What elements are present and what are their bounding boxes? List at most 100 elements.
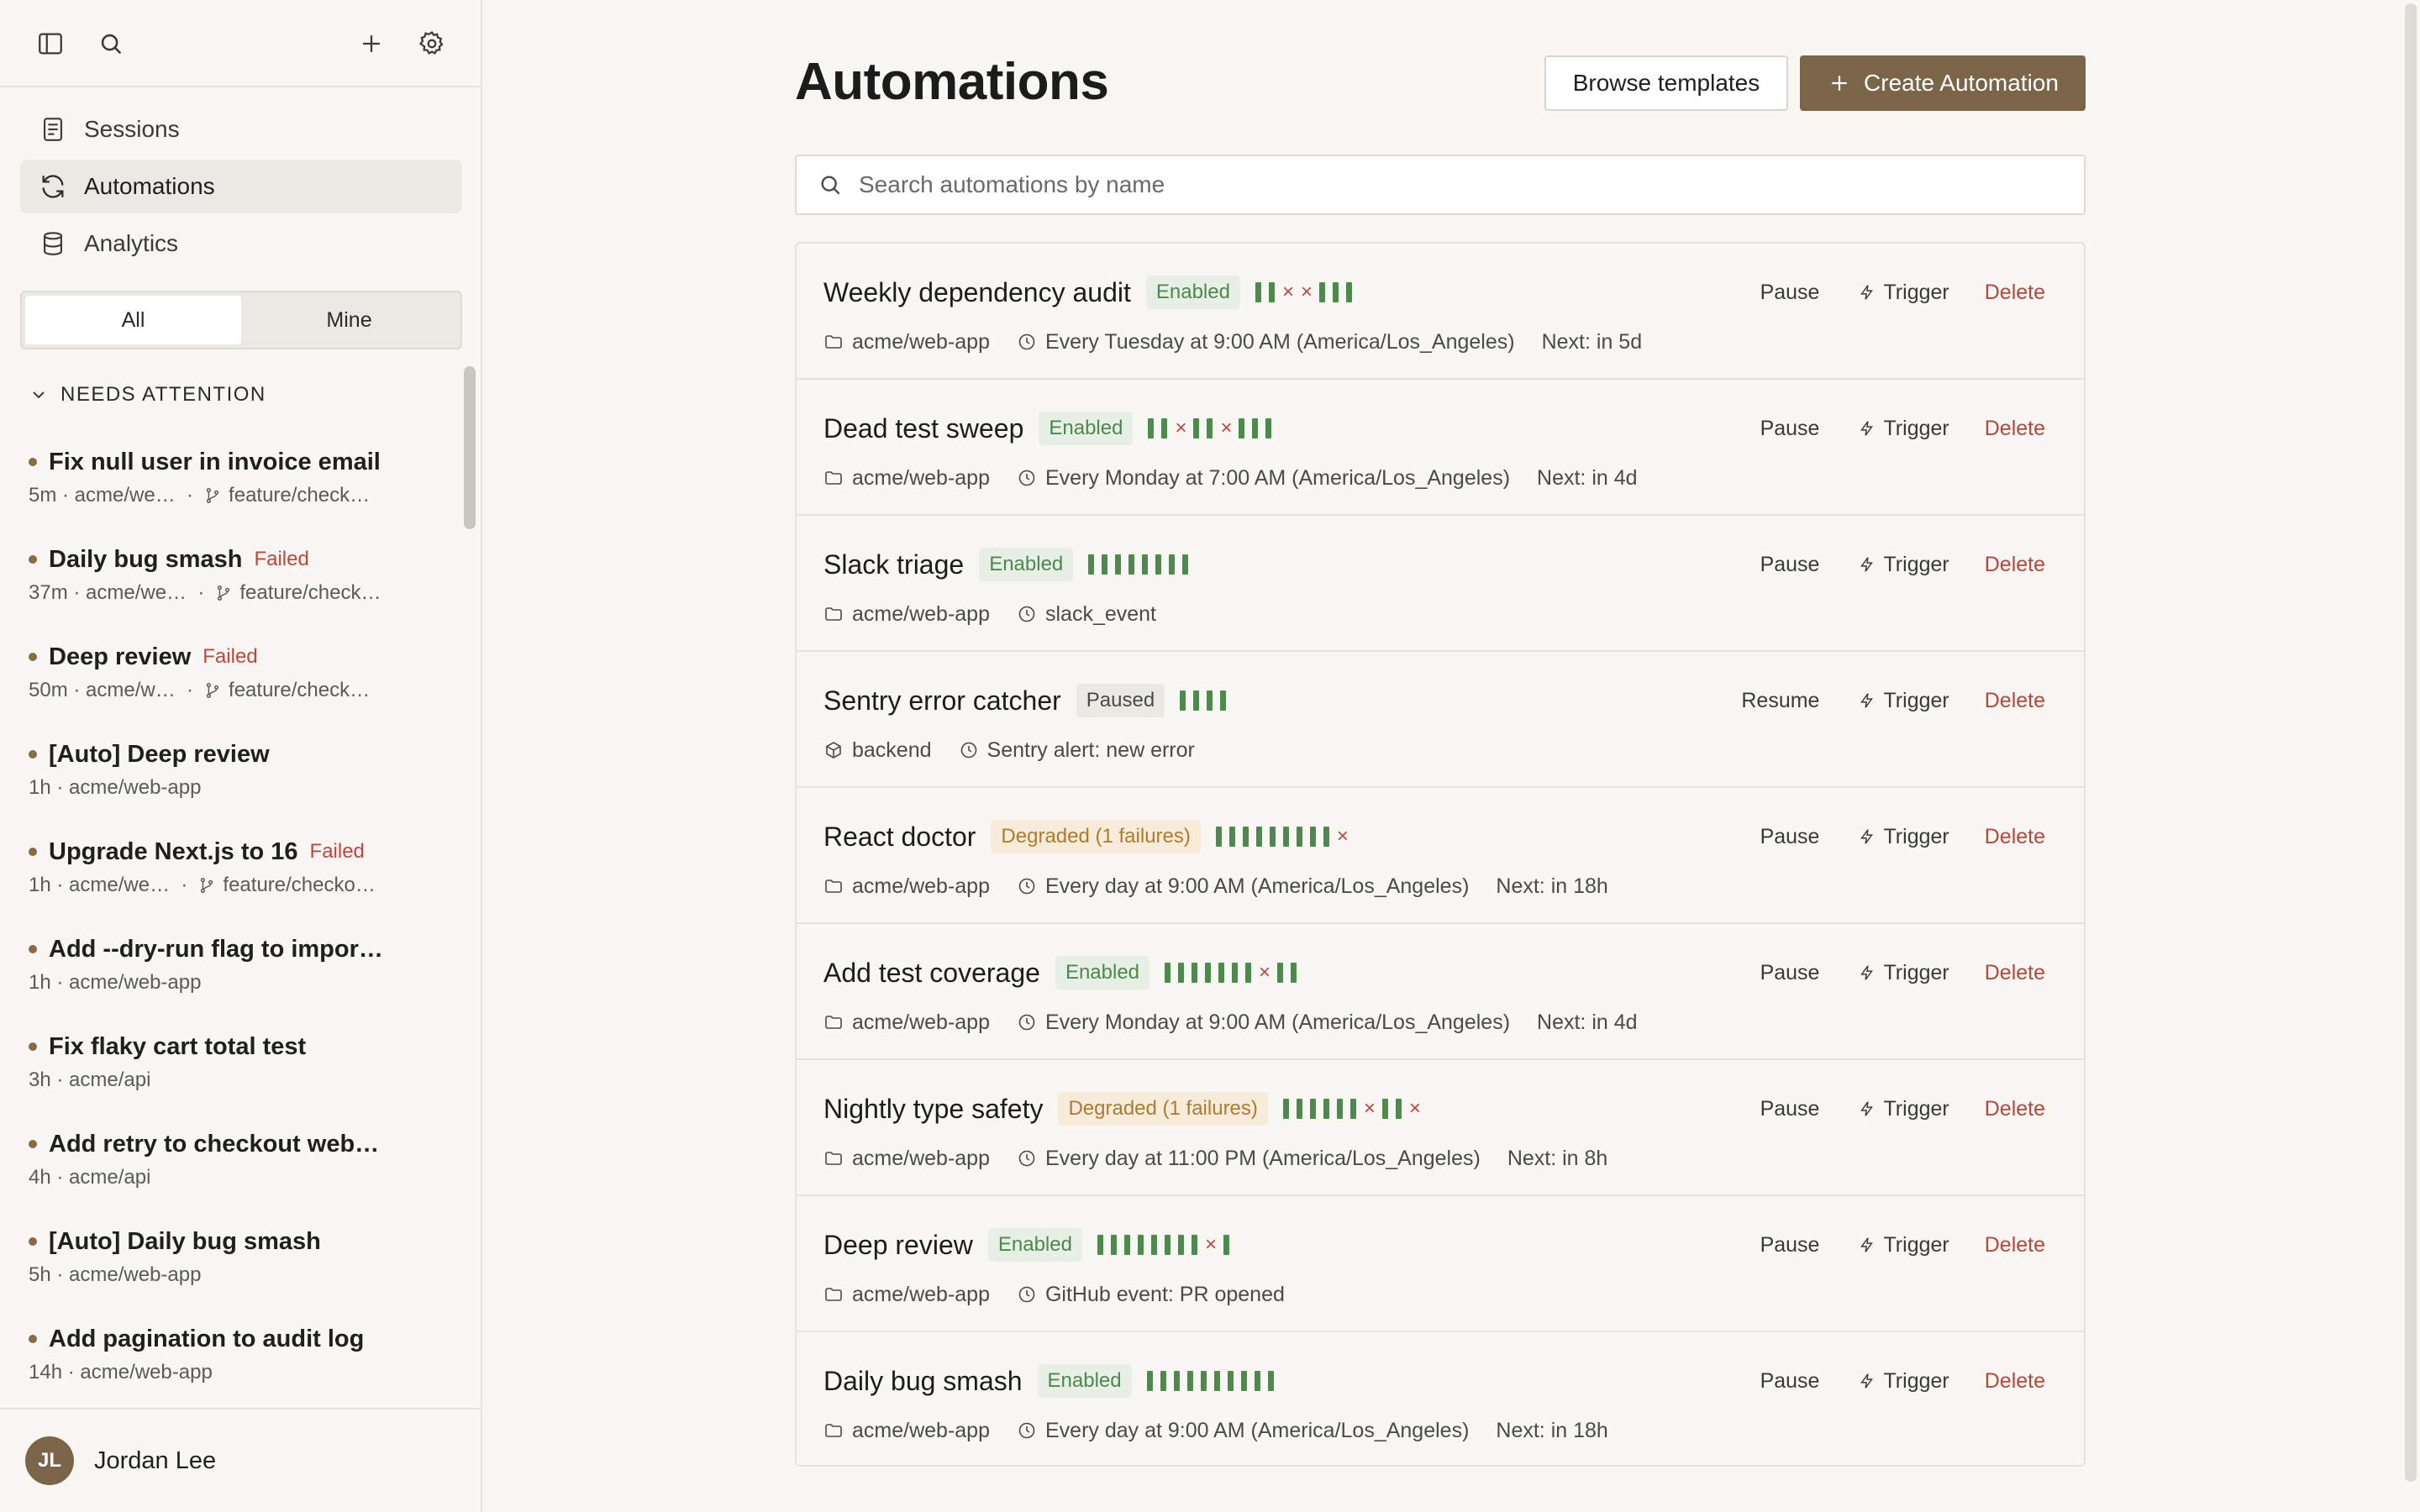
delete-button[interactable]: Delete <box>1985 1233 2045 1257</box>
trigger-button[interactable]: Trigger <box>1858 281 1949 305</box>
search-input[interactable] <box>859 171 2084 198</box>
clock-icon <box>1018 606 1035 622</box>
pause-button[interactable]: Pause <box>1760 825 1820 849</box>
sidebar-toolbar <box>0 0 481 87</box>
delete-button[interactable]: Delete <box>1985 553 2045 577</box>
nav-automations[interactable]: Automations <box>20 160 462 213</box>
run-success-mark <box>1155 554 1162 575</box>
delete-button[interactable]: Delete <box>1985 1097 2045 1121</box>
nav-sessions[interactable]: Sessions <box>20 102 462 156</box>
run-failed-mark: × <box>1204 1233 1217 1256</box>
automation-row[interactable]: Sentry error catcher Paused backend Sentry … <box>797 652 2084 788</box>
automation-next-run: Next: in 8h <box>1507 1146 1608 1170</box>
delete-button[interactable]: Delete <box>1985 825 2045 849</box>
trigger-button[interactable]: Trigger <box>1858 1233 1949 1257</box>
delete-button[interactable]: Delete <box>1985 689 2045 713</box>
pause-button[interactable]: Pause <box>1760 1097 1820 1121</box>
run-success-mark <box>1254 1371 1260 1391</box>
session-item[interactable]: Add retry to checkout web… 4h · acme/api <box>29 1127 457 1211</box>
automation-name[interactable]: Nightly type safety <box>823 1094 1043 1125</box>
delete-button[interactable]: Delete <box>1985 1369 2045 1394</box>
session-item[interactable]: Add pagination to audit log 14h · acme/we… <box>29 1322 457 1406</box>
run-success-mark <box>1239 418 1245 438</box>
create-automation-button[interactable]: Create Automation <box>1800 55 2086 111</box>
sidebar-scrollbar[interactable] <box>464 366 476 529</box>
delete-button[interactable]: Delete <box>1985 281 2045 305</box>
failed-badge: Failed <box>254 548 309 570</box>
trigger-button[interactable]: Trigger <box>1858 1097 1949 1121</box>
session-item[interactable]: Fix null user in invoice email 5m · acme/… <box>29 445 457 529</box>
status-dot <box>29 750 37 759</box>
search-icon[interactable] <box>92 25 129 62</box>
sidebar-toggle-icon[interactable] <box>32 25 69 62</box>
automation-name[interactable]: Daily bug smash <box>823 1366 1023 1397</box>
delete-button[interactable]: Delete <box>1985 417 2045 441</box>
automation-name[interactable]: Add test coverage <box>823 958 1040 989</box>
trigger-button[interactable]: Trigger <box>1858 553 1949 577</box>
user-profile[interactable]: JL Jordan Lee <box>0 1408 481 1512</box>
filter-all-button[interactable]: All <box>25 296 241 344</box>
run-success-mark <box>1255 282 1261 302</box>
resume-button[interactable]: Resume <box>1741 689 1819 713</box>
needs-attention-header[interactable]: NEEDS ATTENTION <box>29 380 266 410</box>
trigger-button[interactable]: Trigger <box>1858 961 1949 985</box>
pause-button[interactable]: Pause <box>1760 553 1820 577</box>
pause-button[interactable]: Pause <box>1760 961 1820 985</box>
automation-schedule: slack_event <box>1044 601 1157 626</box>
gear-icon[interactable] <box>413 25 450 62</box>
automation-name[interactable]: React doctor <box>823 822 976 853</box>
session-item[interactable]: Fix flaky cart total test 3h · acme/api <box>29 1030 457 1114</box>
pause-button[interactable]: Pause <box>1760 281 1820 305</box>
automation-row[interactable]: Nightly type safety Degraded (1 failures)… <box>797 1060 2084 1196</box>
session-title: Add pagination to audit log <box>49 1325 365 1352</box>
run-success-mark <box>1228 827 1235 847</box>
filter-mine-button[interactable]: Mine <box>241 296 457 344</box>
run-success-mark <box>1205 963 1212 983</box>
trigger-button[interactable]: Trigger <box>1858 417 1949 441</box>
run-success-mark <box>1252 418 1259 438</box>
automation-row[interactable]: Dead test sweep Enabled × × acme/web-app Ever… <box>797 380 2084 516</box>
plus-icon[interactable] <box>353 25 390 62</box>
delete-button[interactable]: Delete <box>1985 961 2045 985</box>
session-item[interactable]: Deep review Failed 50m · acme/w… · feature/… <box>29 640 457 724</box>
automation-row[interactable]: Slack triage Enabled acme/web-app slack_eve… <box>797 516 2084 652</box>
page-scrollbar[interactable] <box>2402 0 2420 1512</box>
run-success-mark <box>1265 418 1272 438</box>
status-badge: Degraded (1 failures) <box>991 820 1201 853</box>
automation-schedule: Every Monday at 7:00 AM (America/Los_Ang… <box>1044 465 1511 490</box>
automation-row[interactable]: React doctor Degraded (1 failures) × acme/w… <box>797 788 2084 924</box>
session-item[interactable]: Daily bug smash Failed 37m · acme/we… · fea… <box>29 543 457 627</box>
status-badge: Enabled <box>1037 1364 1132 1398</box>
trigger-button[interactable]: Trigger <box>1858 689 1949 713</box>
session-repo: acme/web-app <box>80 1361 213 1383</box>
status-dot <box>29 555 37 564</box>
automation-name[interactable]: Slack triage <box>823 549 964 580</box>
automation-row[interactable]: Deep review Enabled × acme/web-app GitHub ev… <box>797 1196 2084 1332</box>
automation-row[interactable]: Add test coverage Enabled × acme/web-app Eve… <box>797 924 2084 1060</box>
automation-name[interactable]: Dead test sweep <box>823 413 1023 444</box>
run-success-mark <box>1282 1099 1289 1119</box>
automation-row[interactable]: Weekly dependency audit Enabled × × acme/web… <box>797 244 2084 380</box>
trigger-button[interactable]: Trigger <box>1858 825 1949 849</box>
run-success-mark <box>1282 827 1289 847</box>
browse-templates-button[interactable]: Browse templates <box>1544 55 1788 111</box>
session-item[interactable]: Add --dry-run flag to impor… 1h · acme/we… <box>29 932 457 1016</box>
status-badge: Paused <box>1076 684 1165 717</box>
pause-button[interactable]: Pause <box>1760 417 1820 441</box>
automation-name[interactable]: Weekly dependency audit <box>823 277 1131 308</box>
run-success-mark <box>1123 1235 1130 1255</box>
trigger-button[interactable]: Trigger <box>1858 1369 1949 1394</box>
session-title: Fix flaky cart total test <box>49 1032 307 1060</box>
pause-button[interactable]: Pause <box>1760 1233 1820 1257</box>
session-item[interactable]: [Auto] Daily bug smash 5h · acme/web-app <box>29 1225 457 1309</box>
automation-search[interactable] <box>795 155 2086 215</box>
session-item[interactable]: Upgrade Next.js to 16 Failed 1h · acme/we…… <box>29 835 457 919</box>
failed-badge: Failed <box>203 645 258 668</box>
session-item[interactable]: [Auto] Deep review 1h · acme/web-app <box>29 738 457 822</box>
automation-name[interactable]: Deep review <box>823 1230 973 1261</box>
automation-row[interactable]: Daily bug smash Enabled acme/web-app Every … <box>797 1332 2084 1468</box>
automation-name[interactable]: Sentry error catcher <box>823 685 1061 717</box>
nav-analytics[interactable]: Analytics <box>20 217 462 270</box>
pause-button[interactable]: Pause <box>1760 1369 1820 1394</box>
status-badge: Enabled <box>979 548 1074 581</box>
